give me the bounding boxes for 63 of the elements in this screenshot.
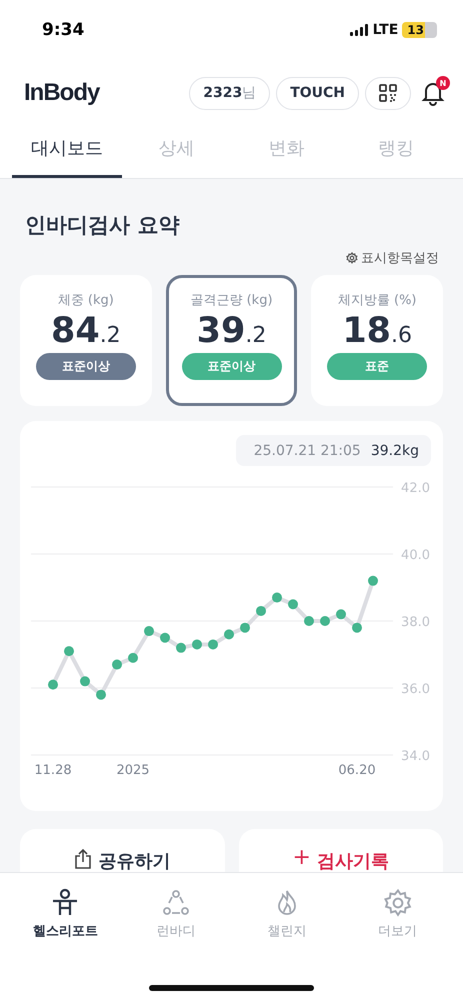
data-point[interactable] [320,616,330,626]
settings-icon [382,888,413,918]
display-settings-link[interactable]: 표시항목설정 [346,249,439,267]
x-axis-label: 06.20 [338,763,376,778]
data-point[interactable] [64,646,74,656]
data-point[interactable] [288,599,298,610]
metric-card[interactable]: 체중 (kg) 84.2 표준이상 [20,275,152,406]
status-badge: 표준이상 [36,353,136,380]
data-point[interactable] [112,660,122,670]
notification-badge: N [436,76,450,90]
metric-label: 체지방률 (%) [338,292,416,309]
metric-value: 84.2 [50,311,121,351]
data-point[interactable] [272,592,282,603]
data-point[interactable] [192,639,202,650]
metric-label: 체중 (kg) [58,292,114,309]
touch-button[interactable]: TOUCH [276,76,359,110]
app-logo: InBody [24,79,100,107]
y-axis-label: 42.0 [401,481,430,496]
share-icon [74,849,92,869]
add-record-button[interactable]: + 검사기록 [238,829,443,872]
metric-label: 골격근량 (kg) [190,292,273,309]
metric-card[interactable]: 골격근량 (kg) 39.2 표준이상 [166,275,298,406]
data-point[interactable] [128,652,138,663]
share-button[interactable]: 공유하기 [20,829,224,872]
qr-button[interactable] [365,76,411,110]
status-badge: 표준 [327,353,428,380]
status-time: 9:34 [42,20,84,40]
signal-icon [350,24,369,36]
data-point[interactable] [352,622,362,633]
network-label: LTE [372,22,398,38]
data-point[interactable] [176,642,186,653]
gear-icon [346,252,358,264]
metric-value: 18.6 [342,311,412,351]
metric-card[interactable]: 체지방률 (%) 18.6 표준 [311,275,444,406]
metric-value: 39.2 [196,311,266,351]
data-point[interactable] [208,639,218,650]
tooltip-value: 39.2kg [370,442,419,458]
data-point[interactable] [240,622,250,633]
data-point[interactable] [304,616,314,626]
x-axis-label: 11.28 [34,763,72,778]
nav-item[interactable]: 헬스리포트 [10,887,121,941]
data-point[interactable] [48,680,58,690]
data-point[interactable] [336,609,346,620]
battery-indicator: 13 [402,22,437,38]
three-circles-icon [161,888,192,918]
bell-icon[interactable] [421,80,445,106]
data-point[interactable] [80,676,90,686]
data-point[interactable] [160,632,170,643]
status-badge: 표준이상 [182,353,282,380]
y-axis-label: 34.0 [401,749,430,764]
y-axis-label: 38.0 [401,615,430,630]
y-axis-label: 40.0 [401,548,430,563]
data-point[interactable] [144,626,154,636]
data-point[interactable] [368,576,378,586]
x-axis-label: 2025 [116,763,150,778]
user-chip[interactable]: 2323님 [189,76,270,110]
section-title: 인바디검사 요약 [25,212,180,239]
qr-code-icon [379,84,397,102]
data-point[interactable] [256,606,266,616]
data-point[interactable] [224,629,234,640]
tooltip-date: 25.07.21 21:05 [254,442,361,458]
data-point[interactable] [96,690,106,700]
y-axis-label: 36.0 [401,682,430,697]
